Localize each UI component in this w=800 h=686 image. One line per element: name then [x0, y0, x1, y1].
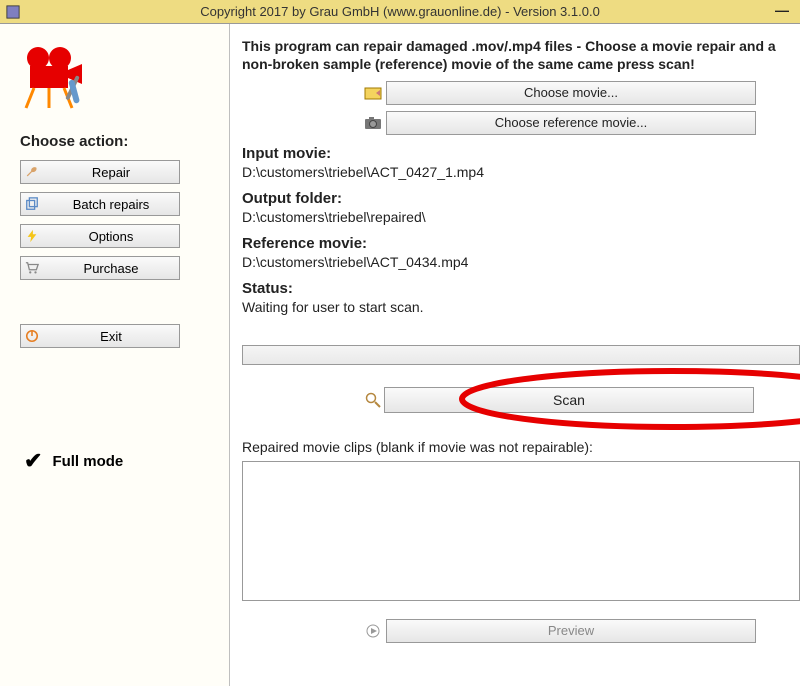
app-icon	[6, 5, 20, 19]
input-movie-value: D:\customers\triebel\ACT_0427_1.mp4	[242, 164, 800, 180]
lightning-icon	[21, 229, 43, 243]
output-folder-label: Output folder:	[242, 190, 800, 207]
output-folder-value: D:\customers\triebel\repaired\	[242, 209, 800, 225]
checkmark-icon: ✔	[20, 448, 42, 474]
wrench-icon	[21, 165, 43, 179]
titlebar: Copyright 2017 by Grau GmbH (www.grauonl…	[0, 0, 800, 24]
power-icon	[21, 329, 43, 343]
copy-icon	[21, 197, 43, 211]
options-button[interactable]: Options	[20, 224, 180, 248]
exit-button[interactable]: Exit	[20, 324, 180, 348]
magnifier-icon	[362, 392, 384, 408]
repaired-clips-list[interactable]	[242, 461, 800, 601]
sidebar: Choose action: Repair Batch repairs Opti…	[0, 24, 230, 686]
titlebar-text: Copyright 2017 by Grau GmbH (www.grauonl…	[200, 4, 600, 19]
reference-movie-label: Reference movie:	[242, 235, 800, 252]
choose-reference-button[interactable]: Choose reference movie...	[386, 111, 756, 135]
minimize-button[interactable]: —	[764, 0, 800, 24]
status-value: Waiting for user to start scan.	[242, 299, 800, 315]
repair-button-label: Repair	[43, 165, 179, 180]
batch-button-label: Batch repairs	[43, 197, 179, 212]
status-label: Status:	[242, 280, 800, 297]
progress-bar	[242, 345, 800, 365]
input-movie-label: Input movie:	[242, 145, 800, 162]
preview-button[interactable]: Preview	[386, 619, 756, 643]
purchase-button-label: Purchase	[43, 261, 179, 276]
camera-icon	[362, 112, 384, 134]
full-mode-label: Full mode	[52, 453, 123, 470]
reference-movie-value: D:\customers\triebel\ACT_0434.mp4	[242, 254, 800, 270]
choose-action-label: Choose action:	[20, 133, 209, 150]
repair-button[interactable]: Repair	[20, 160, 180, 184]
full-mode-indicator: ✔ Full mode	[20, 448, 209, 474]
cart-icon	[21, 261, 43, 275]
choose-movie-button[interactable]: Choose movie...	[386, 81, 756, 105]
instructions-text: This program can repair damaged .mov/.mp…	[242, 38, 800, 73]
movie-folder-icon	[362, 82, 384, 104]
main-panel: This program can repair damaged .mov/.mp…	[230, 24, 800, 686]
exit-button-label: Exit	[43, 329, 179, 344]
play-icon	[362, 624, 384, 638]
logo	[20, 42, 209, 117]
repaired-clips-label: Repaired movie clips (blank if movie was…	[242, 439, 800, 455]
purchase-button[interactable]: Purchase	[20, 256, 180, 280]
scan-button[interactable]: Scan	[384, 387, 754, 413]
batch-repairs-button[interactable]: Batch repairs	[20, 192, 180, 216]
options-button-label: Options	[43, 229, 179, 244]
